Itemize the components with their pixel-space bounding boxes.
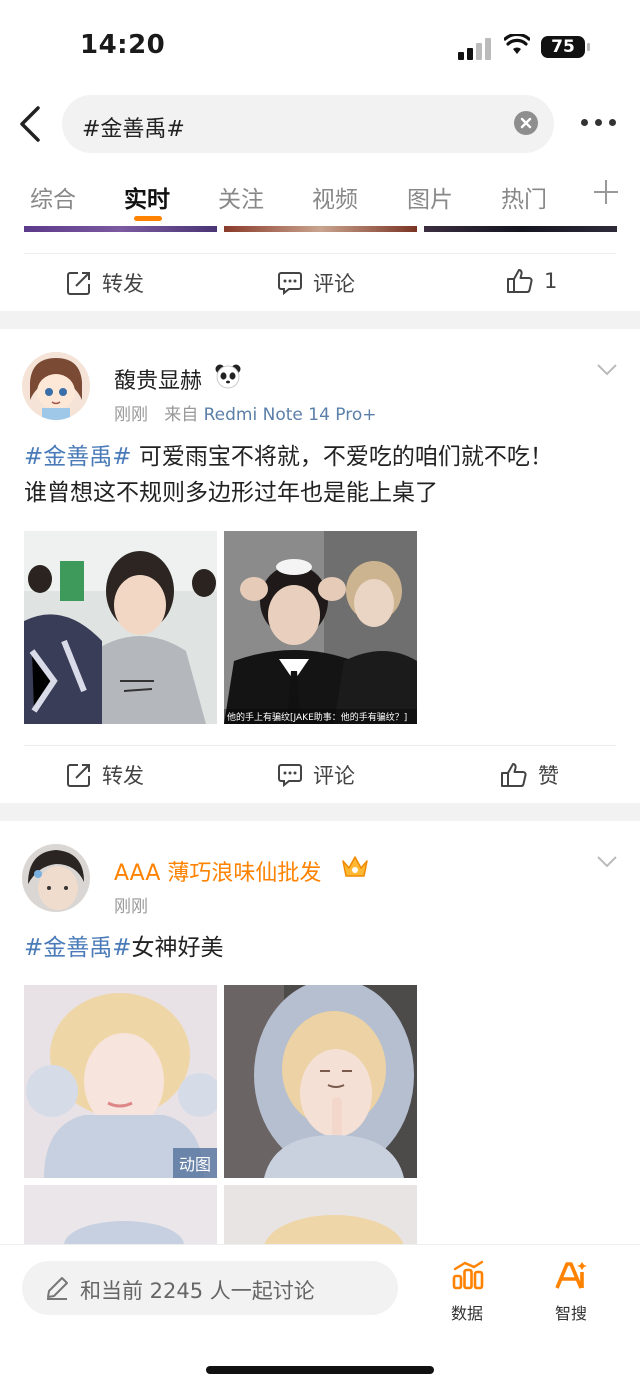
hashtag-link[interactable]: #金善禹# (24, 444, 132, 470)
post-time: 刚刚 (114, 405, 148, 425)
pencil-icon (44, 1275, 70, 1301)
divider (24, 745, 616, 746)
thumbs-up-icon (501, 763, 527, 787)
username[interactable]: 馥贵显赫 (114, 363, 202, 395)
comment-icon (278, 272, 302, 296)
thumbs-up-icon (507, 269, 533, 293)
post-time: 刚刚 (114, 897, 148, 917)
status-time: 14:20 (80, 30, 166, 60)
ai-search-icon[interactable] (555, 1260, 589, 1290)
chevron-down-icon[interactable] (596, 362, 618, 376)
post-text-line1: 可爱雨宝不将就，不爱吃的咱们就不吃！ (131, 444, 553, 470)
like-button[interactable]: 1 (506, 268, 557, 294)
smart-search-label[interactable]: 智搜 (555, 1300, 587, 1324)
repost-icon (67, 764, 90, 787)
cellular-signal-icon (458, 36, 492, 60)
post-text-content: 女神好美 (131, 935, 224, 961)
post-image[interactable] (24, 531, 217, 724)
post-separator (0, 803, 640, 821)
battery-cap (587, 43, 590, 51)
post-image[interactable] (24, 1185, 217, 1245)
like-button[interactable]: 赞 (500, 760, 559, 790)
hashtag-link[interactable]: #金善禹# (24, 935, 132, 961)
tab-video[interactable]: 视频 (312, 180, 358, 214)
tab-realtime[interactable]: 实时 (124, 180, 170, 214)
post-image[interactable] (224, 985, 417, 1178)
like-label: 赞 (538, 764, 559, 788)
data-stats-icon[interactable] (452, 1260, 484, 1290)
tab-comprehensive[interactable]: 综合 (30, 180, 76, 214)
comment-label: 评论 (313, 272, 355, 296)
post-text: #金善禹#女神好美 (24, 930, 620, 966)
like-count: 1 (544, 269, 558, 293)
add-tab-icon[interactable] (594, 180, 618, 204)
tab-following[interactable]: 关注 (218, 180, 264, 214)
clear-search-button[interactable] (514, 111, 538, 135)
gif-badge: 动图 (172, 1148, 217, 1178)
prev-post-image[interactable] (424, 226, 617, 232)
image-caption: 他的手上有骗纹[JAKE助事：他的手有骗纹？] (224, 709, 417, 724)
avatar[interactable] (22, 352, 90, 420)
chevron-left-icon (20, 106, 40, 142)
panda-icon (214, 362, 242, 390)
tab-hot[interactable]: 热门 (501, 180, 547, 214)
comment-button[interactable]: 评论 (277, 760, 355, 790)
prev-post-image[interactable] (24, 226, 217, 232)
prev-post-image[interactable] (224, 226, 417, 232)
comment-icon (278, 764, 302, 788)
wifi-icon (503, 32, 531, 58)
search-query[interactable]: #金善禹# (82, 111, 185, 143)
post-image[interactable] (224, 1185, 417, 1245)
comment-button[interactable]: 评论 (277, 268, 355, 298)
crown-icon (340, 853, 370, 881)
data-label[interactable]: 数据 (451, 1300, 483, 1324)
post-image[interactable]: 动图 (24, 985, 217, 1178)
post-meta: 刚刚 来自 Redmi Note 14 Pro+ (114, 400, 377, 425)
active-tab-indicator (134, 216, 162, 221)
post-text-line2: 谁曾想这不规则多边形过年也是能上桌了 (24, 480, 438, 506)
post-image[interactable]: 他的手上有骗纹[JAKE助事：他的手有骗纹？] (224, 531, 417, 724)
username[interactable]: AAA 薄巧浪味仙批发 (114, 855, 321, 887)
source-prefix: 来自 (164, 405, 199, 425)
repost-button[interactable]: 转发 (66, 760, 144, 790)
home-indicator[interactable] (206, 1366, 434, 1374)
comment-label: 评论 (313, 764, 355, 788)
repost-label: 转发 (102, 272, 144, 296)
battery-indicator: 75 (541, 36, 585, 58)
tab-images[interactable]: 图片 (407, 180, 453, 214)
repost-button[interactable]: 转发 (66, 268, 144, 298)
post-source[interactable]: Redmi Note 14 Pro+ (204, 405, 377, 425)
more-options-button[interactable] (578, 118, 618, 128)
back-button[interactable] (14, 104, 50, 144)
chevron-down-icon[interactable] (596, 854, 618, 868)
divider (24, 253, 616, 254)
repost-label: 转发 (102, 764, 144, 788)
close-icon (520, 117, 532, 129)
post-separator (0, 311, 640, 329)
post-text: #金善禹# 可爱雨宝不将就，不爱吃的咱们就不吃！ 谁曾想这不规则多边形过年也是能… (24, 439, 620, 511)
avatar[interactable] (22, 844, 90, 912)
repost-icon (67, 272, 90, 295)
discuss-placeholder[interactable]: 和当前 2245 人一起讨论 (80, 1275, 315, 1305)
